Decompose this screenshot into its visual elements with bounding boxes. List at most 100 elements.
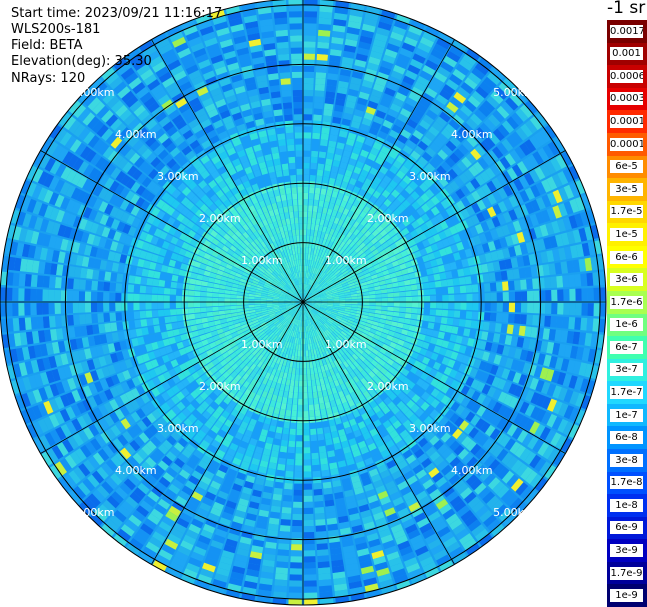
ray-gate bbox=[319, 585, 333, 593]
ray-gate bbox=[290, 550, 302, 557]
ray-gate bbox=[524, 326, 532, 338]
ray-gate bbox=[533, 302, 540, 314]
ray-gate bbox=[293, 211, 299, 218]
ray-gate bbox=[292, 513, 303, 521]
ray-gate bbox=[514, 313, 521, 324]
ray-gate bbox=[152, 317, 160, 326]
ray-gate bbox=[293, 108, 303, 115]
ray-gate bbox=[128, 275, 136, 284]
ray-gate bbox=[206, 297, 213, 302]
ray-gate bbox=[159, 324, 167, 332]
ray-gate bbox=[115, 283, 123, 292]
ray-gate bbox=[312, 464, 321, 472]
ray-gate bbox=[279, 145, 287, 153]
ray-gate bbox=[520, 302, 528, 313]
ray-gate bbox=[188, 284, 196, 291]
ray-gate bbox=[139, 302, 146, 310]
ray-gate bbox=[127, 302, 134, 311]
ray-gate bbox=[90, 302, 98, 313]
ray-gate bbox=[326, 152, 334, 160]
ray-gate bbox=[544, 315, 552, 327]
ray-gate bbox=[30, 317, 38, 330]
ray-gate bbox=[181, 296, 188, 302]
ray-gate bbox=[430, 302, 437, 309]
ray-gate bbox=[97, 281, 104, 291]
ray-gate bbox=[279, 525, 291, 532]
ray-gate bbox=[295, 229, 300, 236]
ray-gate bbox=[322, 481, 332, 489]
ray-gate bbox=[286, 403, 292, 411]
ray-gate bbox=[317, 561, 330, 569]
ray-gate bbox=[314, 96, 324, 103]
ray-gate bbox=[324, 499, 335, 507]
ray-gate bbox=[326, 517, 338, 525]
ray-gate bbox=[163, 309, 171, 316]
ray-gate bbox=[273, 109, 283, 117]
ray-gate bbox=[316, 531, 327, 538]
ray-gate bbox=[398, 312, 406, 318]
ray-gate bbox=[326, 511, 337, 519]
ray-gate bbox=[303, 89, 314, 97]
ray-gate bbox=[36, 303, 43, 315]
ray-gate bbox=[127, 311, 135, 320]
ray-gate bbox=[289, 428, 296, 436]
ray-gate bbox=[308, 398, 314, 405]
ray-gate bbox=[291, 187, 297, 194]
ray-gate bbox=[309, 187, 315, 194]
ray-gate bbox=[304, 17, 317, 24]
ray-gate bbox=[73, 278, 80, 290]
ray-gate bbox=[418, 302, 425, 308]
ray-gate bbox=[42, 289, 49, 301]
ray-gate bbox=[471, 311, 479, 320]
ray-gate bbox=[294, 132, 303, 139]
ray-gate bbox=[286, 193, 292, 201]
ray-gate bbox=[581, 303, 588, 316]
ray-gate bbox=[269, 511, 280, 519]
ray-gate bbox=[314, 193, 320, 201]
ray-gate bbox=[98, 323, 106, 334]
ray-gate bbox=[268, 517, 280, 525]
ray-gate bbox=[303, 532, 315, 539]
ray-gate bbox=[176, 315, 184, 322]
ray-gate bbox=[328, 529, 339, 537]
ray-gate bbox=[550, 316, 558, 328]
ray-gate bbox=[351, 302, 358, 305]
ray-gate bbox=[514, 302, 522, 313]
ray-gate bbox=[304, 544, 315, 551]
ray-gate bbox=[80, 267, 88, 279]
ray-gate bbox=[67, 315, 74, 326]
ray-gate bbox=[287, 150, 295, 158]
ray-gate bbox=[282, 169, 290, 177]
ray-gate bbox=[187, 296, 194, 302]
ray-gate bbox=[551, 303, 558, 315]
ray-gate bbox=[465, 311, 473, 320]
ray-gate bbox=[54, 315, 62, 327]
ray-gate bbox=[230, 305, 237, 310]
ray-gate bbox=[296, 429, 303, 436]
ray-gate bbox=[575, 303, 582, 316]
ray-gate bbox=[303, 429, 310, 436]
ray-gate bbox=[12, 318, 20, 332]
ray-gate bbox=[317, 549, 329, 557]
ray-gate bbox=[303, 392, 308, 399]
ray-gate bbox=[283, 488, 293, 496]
ray-gate bbox=[323, 426, 331, 434]
ray-gate bbox=[298, 392, 303, 399]
ray-gate bbox=[272, 152, 280, 160]
ray-gate bbox=[410, 313, 418, 320]
ray-gate bbox=[404, 313, 412, 319]
ray-gate bbox=[289, 29, 302, 36]
ray-gate bbox=[109, 292, 116, 302]
ray-gate bbox=[320, 139, 328, 147]
ray-gate bbox=[279, 531, 290, 538]
ray-gate bbox=[303, 156, 310, 163]
ray-gate bbox=[292, 77, 303, 85]
ray-gate bbox=[304, 23, 317, 30]
ray-gate bbox=[200, 302, 207, 307]
ray-gate bbox=[175, 308, 183, 315]
ray-gate bbox=[18, 288, 25, 301]
ray-gate bbox=[283, 108, 293, 116]
ray-gate bbox=[66, 302, 73, 314]
ray-gate bbox=[472, 302, 479, 311]
ray-gate bbox=[230, 294, 237, 299]
